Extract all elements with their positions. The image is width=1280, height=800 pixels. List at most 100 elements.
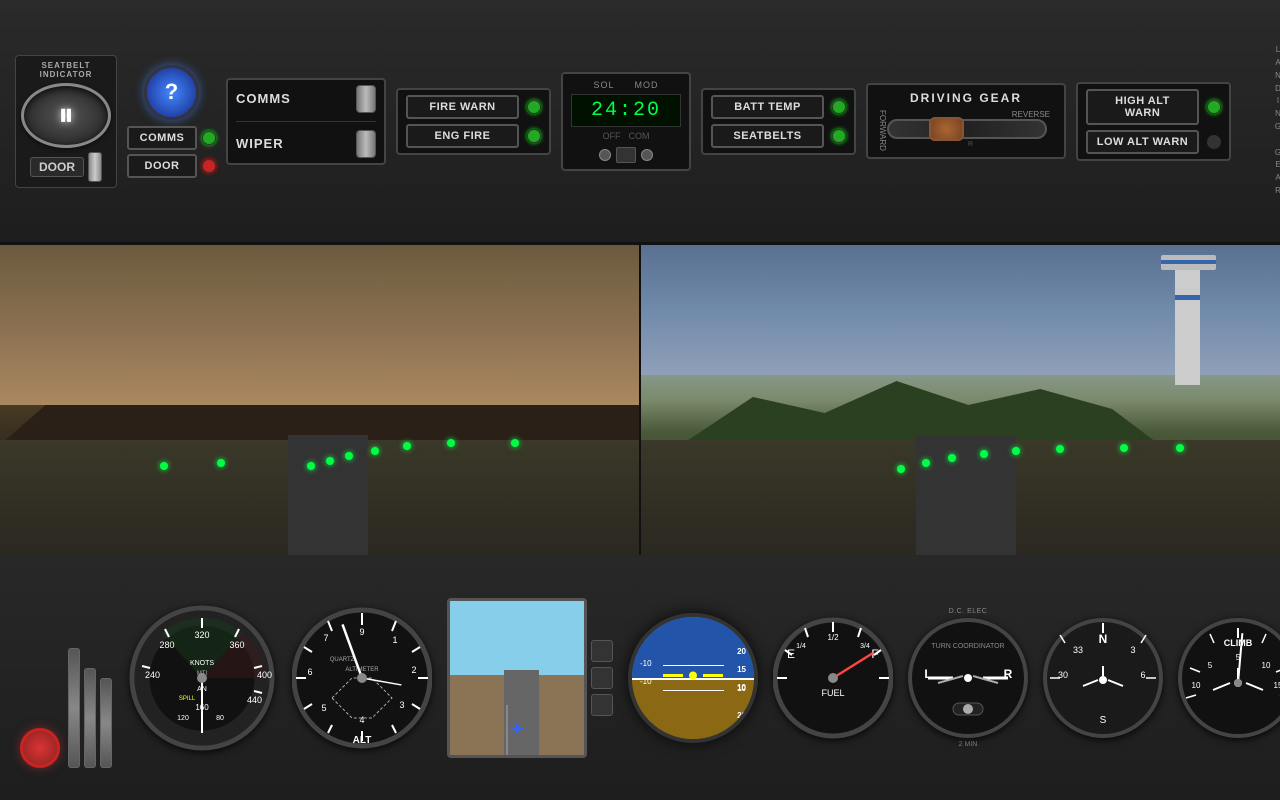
high-alt-warn-button[interactable]: HIGH ALT WARN	[1086, 89, 1199, 125]
svg-text:CLIMB: CLIMB	[1224, 638, 1253, 648]
seatbelts-button[interactable]: SEATBELTS	[711, 124, 824, 148]
climb-gauge: CLIMB 5 10 15 5 10	[1178, 618, 1280, 738]
svg-text:E: E	[787, 647, 795, 661]
batt-temp-indicator	[832, 100, 846, 114]
att-scale-left: -10-10	[640, 659, 652, 686]
svg-text:10: 10	[1192, 681, 1201, 690]
nav-btn-2[interactable]	[591, 667, 613, 689]
throttle-section	[20, 588, 112, 768]
mod-label: MOD	[635, 80, 659, 90]
low-alt-warn-button[interactable]: LOW ALT WARN	[1086, 130, 1199, 154]
wiper-knob[interactable]	[356, 130, 376, 158]
fire-warn-button[interactable]: FIRE WARN	[406, 95, 519, 119]
fire-warn-indicator	[527, 100, 541, 114]
svg-text:10: 10	[1262, 661, 1271, 670]
tower-stripe	[1175, 295, 1200, 300]
wiper-label: WIPER	[236, 136, 350, 151]
svg-text:1/2: 1/2	[827, 633, 839, 642]
driving-gear-track[interactable]	[887, 119, 1047, 139]
high-alt-indicator	[1207, 100, 1221, 114]
nav-btn-1[interactable]	[591, 640, 613, 662]
bottom-panel: 320 360 400 440 280 240 KNOTS MTI AN SPI…	[0, 555, 1280, 800]
door-button[interactable]: DOOR	[127, 154, 197, 178]
door-indicator	[202, 159, 216, 173]
driving-gear-thumb[interactable]	[929, 117, 964, 141]
svg-text:SPILL: SPILL	[179, 696, 196, 702]
tower-top	[1161, 255, 1216, 270]
sky-left	[0, 245, 639, 405]
svg-text:360: 360	[229, 640, 244, 650]
comms-knob[interactable]	[356, 85, 376, 113]
r-label: R	[887, 141, 1054, 148]
svg-text:320: 320	[194, 630, 209, 640]
question-button[interactable]: ?	[144, 65, 199, 120]
svg-text:80: 80	[216, 715, 224, 722]
throttle-button[interactable]	[20, 728, 60, 768]
reverse-label: REVERSE	[887, 110, 1054, 119]
svg-text:7: 7	[323, 633, 328, 643]
eng-fire-button[interactable]: ENG FIRE	[406, 124, 519, 148]
svg-text:120: 120	[177, 715, 189, 722]
svg-text:9: 9	[359, 627, 364, 637]
radio-knob-left[interactable]	[599, 149, 611, 161]
svg-text:MTI: MTI	[197, 671, 208, 677]
altimeter-gauge: 9 1 2 3 4 5 6 7 QUARTZ ALTIMETER ALT	[292, 603, 432, 753]
svg-text:240: 240	[145, 670, 160, 680]
runway-light-4	[371, 447, 379, 455]
runway-light-5	[403, 442, 411, 450]
climb-gauge-container: CLIMB 5 10 15 5 10	[1178, 618, 1280, 738]
att-scale-bot: 1020	[737, 684, 746, 720]
altimeter-gauge-container: 9 1 2 3 4 5 6 7 QUARTZ ALTIMETER ALT	[292, 603, 432, 753]
runway-right	[916, 435, 1016, 555]
fuel-gauge: E F 1/2 3/4 1/4 FUEL	[773, 608, 893, 748]
alt-warn-cluster: HIGH ALT WARN LOW ALT WARN	[1076, 82, 1231, 161]
door-label-1: DOOR	[30, 157, 84, 177]
radio-knob-right[interactable]	[641, 149, 653, 161]
svg-text:3: 3	[1130, 645, 1135, 655]
svg-text:6: 6	[1140, 670, 1145, 680]
runway-light-r3	[948, 454, 956, 462]
radio-knob-center[interactable]	[616, 147, 636, 163]
comms-indicator	[202, 131, 216, 145]
attitude-aircraft-icon	[663, 665, 723, 690]
runway-light-1	[307, 462, 315, 470]
throttle-stick-1	[68, 648, 80, 768]
svg-text:KNOTS: KNOTS	[190, 660, 214, 667]
radio-display: 24:20	[571, 94, 681, 127]
low-alt-indicator	[1207, 135, 1221, 149]
svg-text:FUEL: FUEL	[821, 688, 844, 698]
compass-gauge-container: N 3 33 6 30 S	[1043, 618, 1163, 738]
eng-fire-indicator	[527, 129, 541, 143]
batt-temp-button[interactable]: BATT TEMP	[711, 95, 824, 119]
svg-text:TURN COORDINATOR: TURN COORDINATOR	[931, 643, 1004, 650]
radio-panel: SOL MOD 24:20 OFF COM	[561, 72, 691, 171]
door-switch-1[interactable]	[88, 152, 102, 182]
throttle-sticks	[68, 628, 112, 768]
sol-label: SOL	[593, 80, 614, 90]
tower	[1175, 265, 1200, 385]
turn-coord-title: D.C. ELEC	[949, 608, 988, 615]
throttle-stick-2	[84, 668, 96, 768]
turn-coord-sub: 2 MIN	[959, 741, 978, 748]
airspeed-gauge: 320 360 400 440 280 240 KNOTS MTI AN SPI…	[127, 603, 277, 753]
svg-text:AN: AN	[197, 686, 207, 693]
seatbelt-oval	[21, 83, 111, 148]
batt-warn-cluster: BATT TEMP SEATBELTS	[701, 88, 856, 155]
nav-sky	[450, 601, 584, 681]
landing-gear-label: LANDINGGEAR	[1275, 44, 1280, 198]
fire-warn-cluster: FIRE WARN ENG FIRE	[396, 88, 551, 155]
compass-gauge: N 3 33 6 30 S	[1043, 618, 1163, 738]
mountains-right	[681, 365, 1160, 445]
landing-gear-section: LANDINGGEAR	[1241, 44, 1280, 198]
svg-text:S: S	[1100, 715, 1107, 726]
nav-display: ✈	[447, 598, 587, 758]
svg-text:5: 5	[321, 703, 326, 713]
runway-light-r1	[897, 465, 905, 473]
nav-runway	[504, 670, 539, 755]
svg-text:2: 2	[411, 665, 416, 675]
comms-button[interactable]: COMMS	[127, 126, 197, 150]
attitude-container: 201510 1020 -10-10	[628, 613, 758, 743]
comms-wiper-panel: COMMS WIPER	[226, 78, 386, 165]
svg-text:ALTIMETER: ALTIMETER	[345, 667, 379, 673]
nav-btn-3[interactable]	[591, 694, 613, 716]
